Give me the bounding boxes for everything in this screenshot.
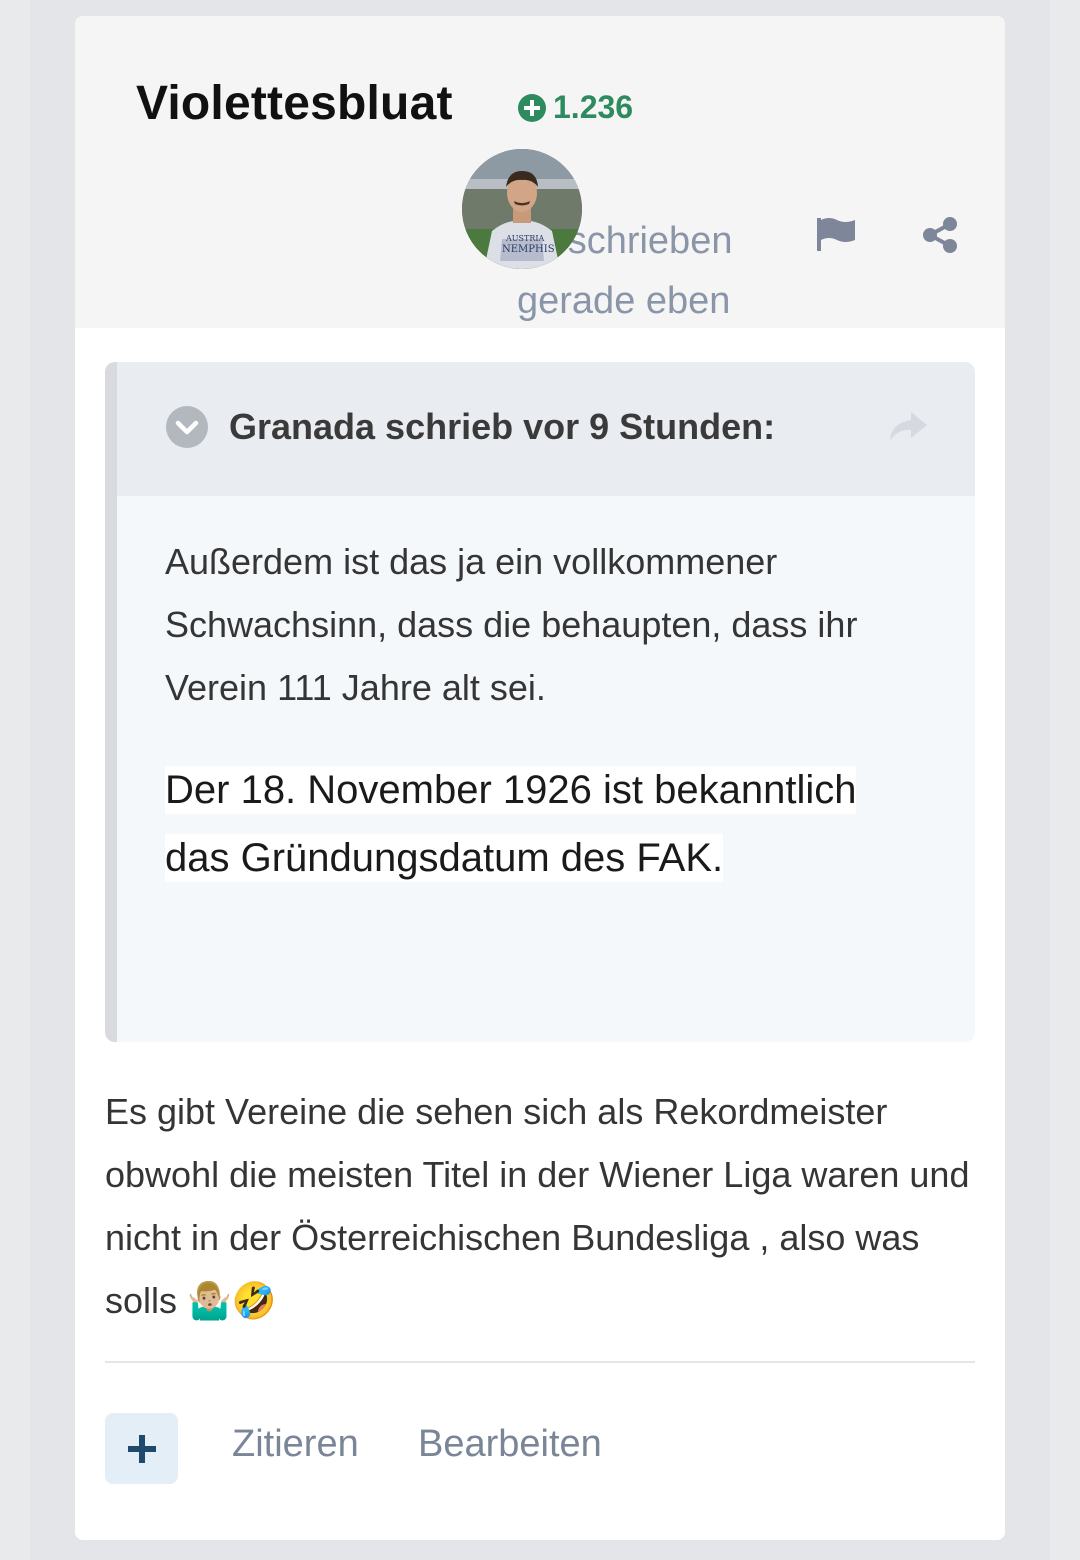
plus-circle-icon — [518, 93, 546, 122]
quote-accent-bar — [105, 362, 117, 1042]
reputation-badge[interactable]: 1.236 — [517, 89, 633, 126]
chevron-down-icon[interactable] — [165, 405, 209, 454]
quote-paragraph: Außerdem ist das ja ein vollkommener Sch… — [165, 541, 858, 708]
avatar[interactable]: AUSTRIA NEMPHIS — [462, 149, 582, 269]
svg-text:AUSTRIA: AUSTRIA — [505, 234, 545, 243]
quote-highlighted-line: Der 18. November 1926 ist bekanntlich — [165, 766, 857, 814]
quote-header: Granada schrieb vor 9 Stunden: — [117, 362, 975, 496]
quote-block: Granada schrieb vor 9 Stunden: Außerdem … — [105, 362, 975, 1042]
reputation-count: 1.236 — [553, 89, 634, 125]
share-icon[interactable] — [921, 216, 959, 259]
posted-time[interactable]: gerade eben — [517, 271, 757, 331]
quote-highlighted-paragraph: Der 18. November 1926 ist bekanntlich da… — [165, 756, 945, 892]
quote-button[interactable]: Zitieren — [232, 1423, 359, 1466]
quote-citation[interactable]: Granada schrieb vor 9 Stunden: — [229, 406, 775, 448]
forum-post: Violettesbluat 1.236 Geschrieben gerade … — [75, 16, 1005, 1540]
plus-icon — [127, 1434, 156, 1463]
quote-highlighted-line: das Gründungsdatum des FAK. — [165, 834, 724, 882]
divider — [105, 1361, 975, 1363]
author-name[interactable]: Violettesbluat — [136, 76, 453, 131]
post-header: Violettesbluat 1.236 Geschrieben gerade … — [75, 16, 1005, 328]
svg-text:NEMPHIS: NEMPHIS — [502, 244, 555, 255]
post-body-text: Es gibt Vereine die sehen sich als Rekor… — [105, 1091, 970, 1321]
flag-icon[interactable] — [815, 216, 857, 257]
reply-arrow-icon[interactable] — [887, 410, 929, 449]
edit-button[interactable]: Bearbeiten — [418, 1423, 602, 1466]
react-button[interactable] — [105, 1413, 178, 1484]
